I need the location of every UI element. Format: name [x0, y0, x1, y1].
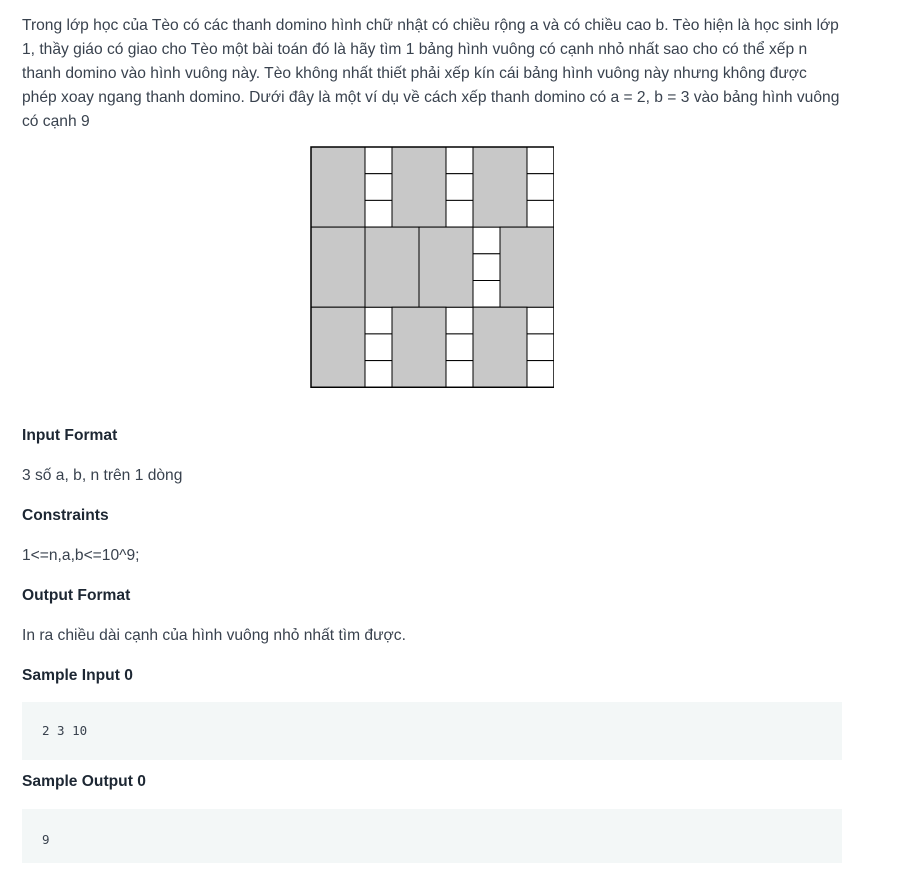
- sample-output-code[interactable]: 9: [22, 809, 842, 863]
- grid-cell: [364, 333, 393, 362]
- domino-piece: [391, 146, 447, 228]
- domino-piece: [418, 226, 474, 308]
- domino-piece: [472, 306, 528, 388]
- input-format-heading: Input Format: [22, 427, 118, 444]
- problem-content: Trong lớp học của Tèo có các thanh domin…: [22, 14, 842, 863]
- grid-cell: [526, 146, 554, 175]
- domino-piece: [310, 226, 366, 308]
- grid-cell: [472, 280, 501, 308]
- grid-cell: [526, 173, 554, 201]
- domino-piece: [391, 306, 447, 388]
- constraints-text: 1<=n,a,b<=10^9;: [22, 547, 140, 564]
- sample-input-heading: Sample Input 0: [22, 667, 133, 684]
- grid-cell: [472, 226, 501, 255]
- grid-cell: [445, 173, 474, 201]
- grid-cell: [526, 360, 554, 388]
- grid-cell: [526, 333, 554, 362]
- domino-piece: [499, 226, 554, 308]
- grid-cell: [445, 306, 474, 335]
- domino-figure: [22, 146, 842, 416]
- grid-cell: [364, 173, 393, 201]
- problem-statement: Trong lớp học của Tèo có các thanh domin…: [22, 17, 840, 130]
- grid-cell: [526, 199, 554, 228]
- output-format-heading: Output Format: [22, 587, 131, 604]
- domino-piece: [310, 146, 366, 228]
- grid-cell: [526, 306, 554, 335]
- grid-cell: [445, 146, 474, 175]
- domino-piece: [472, 146, 528, 228]
- input-format-text: 3 số a, b, n trên 1 dòng: [22, 467, 183, 484]
- constraints-heading: Constraints: [22, 507, 109, 524]
- grid-cell: [445, 199, 474, 228]
- grid-cell: [364, 306, 393, 335]
- grid-cell: [364, 360, 393, 388]
- output-format-text: In ra chiều dài cạnh của hình vuông nhỏ …: [22, 627, 406, 644]
- grid-cell: [364, 146, 393, 175]
- grid-cell: [472, 253, 501, 282]
- domino-piece: [364, 226, 420, 308]
- grid-cell: [364, 199, 393, 228]
- domino-piece: [310, 306, 366, 388]
- sample-output-heading: Sample Output 0: [22, 773, 146, 790]
- grid-cell: [445, 333, 474, 362]
- domino-grid-diagram: [310, 146, 554, 388]
- sample-input-code[interactable]: 2 3 10: [22, 702, 842, 760]
- grid-cell: [445, 360, 474, 388]
